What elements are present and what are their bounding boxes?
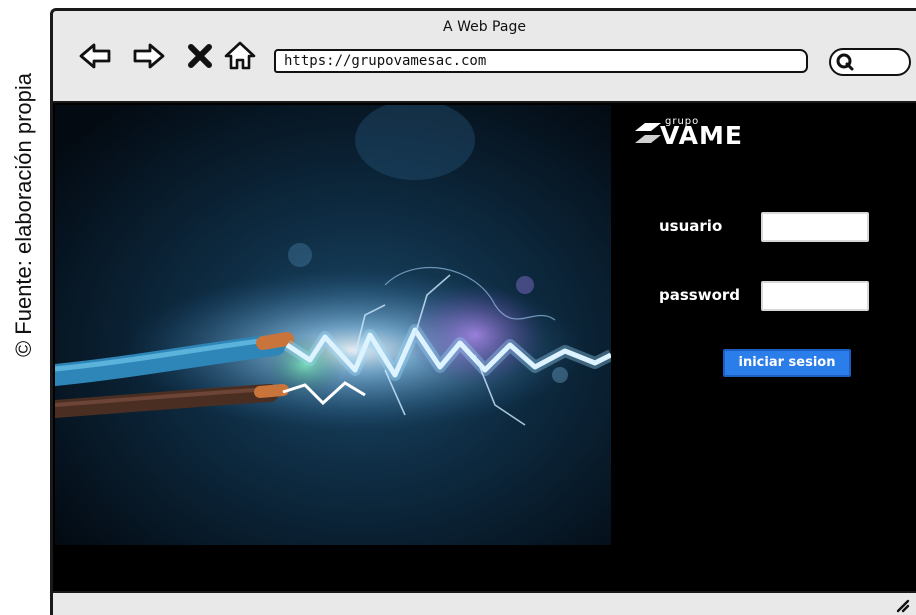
close-icon[interactable] — [183, 39, 217, 73]
browser-window: A Web Page https://grupovamesac.com grup… — [50, 8, 916, 615]
window-title: A Web Page — [443, 19, 526, 35]
status-bar — [53, 591, 916, 615]
brand-name: VAME — [660, 121, 743, 150]
search-icon — [836, 53, 854, 71]
url-input[interactable]: https://grupovamesac.com — [274, 49, 808, 73]
password-label: password — [659, 286, 741, 304]
source-caption-text: © Fuente: elaboración propia — [11, 72, 36, 358]
resize-grip-icon[interactable] — [894, 597, 910, 613]
login-button[interactable]: iniciar sesion — [723, 349, 851, 377]
password-field[interactable] — [761, 281, 869, 311]
page-content: grupo VAME usuario password iniciar sesi… — [53, 103, 916, 615]
search-box[interactable] — [829, 48, 911, 76]
username-label: usuario — [659, 217, 723, 235]
arrow-left-icon[interactable] — [78, 39, 112, 73]
arrow-right-icon[interactable] — [132, 39, 166, 73]
source-caption: © Fuente: elaboración propia — [4, 0, 44, 430]
browser-toolbar: A Web Page https://grupovamesac.com — [53, 11, 916, 103]
electric-wires-image — [55, 105, 611, 545]
home-icon[interactable] — [223, 39, 257, 73]
username-field[interactable] — [761, 212, 869, 242]
